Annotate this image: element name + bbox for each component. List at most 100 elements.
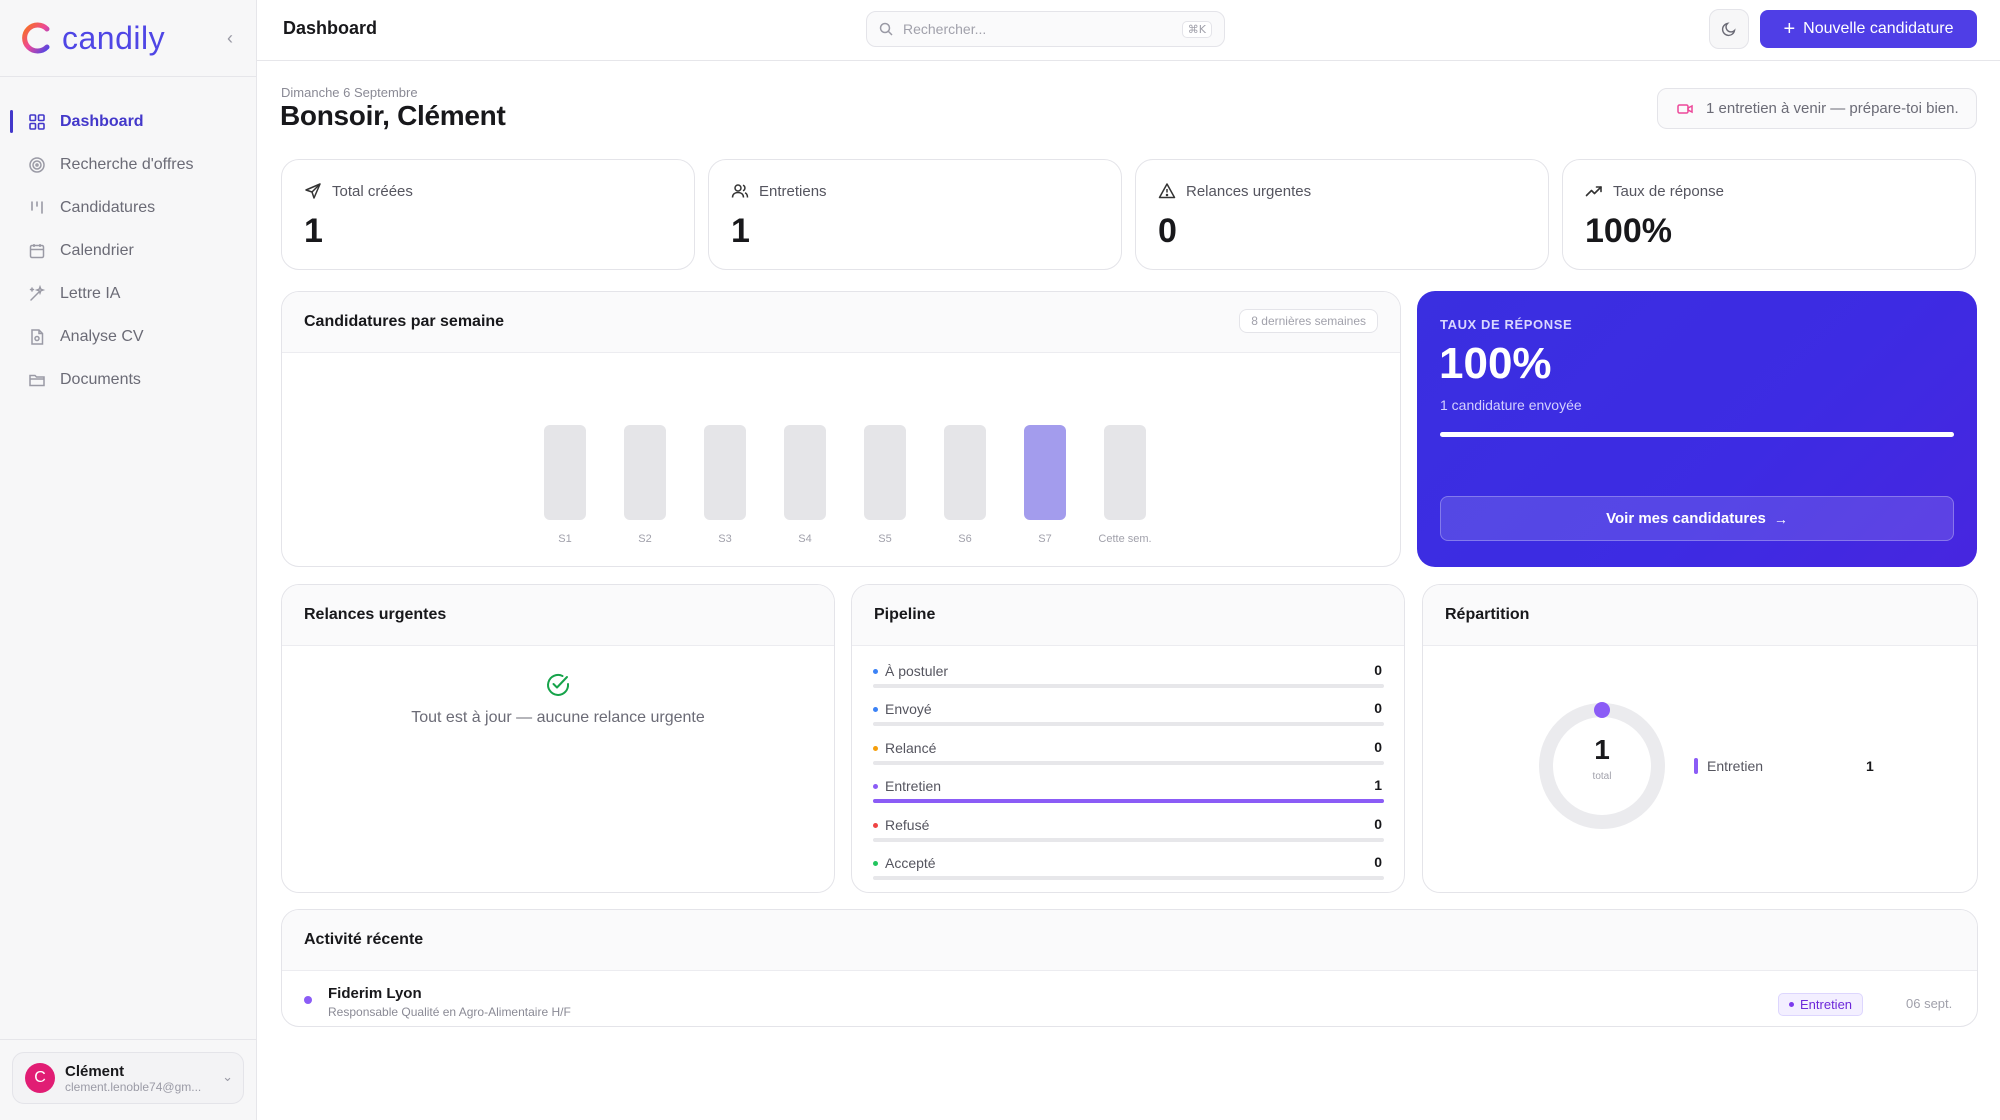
sidebar-item-label: Lettre IA xyxy=(60,284,121,302)
status-dot xyxy=(873,707,878,712)
stat-label-text: Relances urgentes xyxy=(1186,182,1312,200)
pipeline-row-entretien: Entretien 1 xyxy=(873,770,1384,808)
status-dot xyxy=(873,823,878,828)
chart-bar-5 xyxy=(864,425,906,520)
calendar-icon xyxy=(28,242,46,260)
weekly-chart-panel: Candidatures par semaine 8 dernières sem… xyxy=(281,291,1401,567)
stat-label: Relances urgentes xyxy=(1158,182,1311,200)
distribution-panel: Répartition 1 total Entretien 1 xyxy=(1422,584,1978,893)
pipeline-stage-name: Accepté xyxy=(885,855,936,871)
sparkles-icon xyxy=(28,284,46,303)
kanban-icon xyxy=(28,199,46,217)
urgent-followups-panel: Relances urgentes Tout est à jour — aucu… xyxy=(281,584,835,893)
pipeline-row-envoye: Envoyé 0 xyxy=(873,693,1384,731)
panel-title: Relances urgentes xyxy=(304,606,447,623)
status-dot xyxy=(873,746,878,751)
sidebar-item-analyse-cv[interactable]: Analyse CV xyxy=(0,315,256,358)
send-icon xyxy=(305,183,321,199)
stat-value: 1 xyxy=(731,212,750,250)
pipeline-stage-name: Relancé xyxy=(885,740,937,756)
legend-name: Entretien xyxy=(1707,758,1764,774)
user-email: clement.lenoble74@gm... xyxy=(65,1079,202,1094)
stat-card-taux: Taux de réponse 100% xyxy=(1562,159,1976,270)
sidebar-item-documents[interactable]: Documents xyxy=(0,358,256,401)
activity-date: 06 sept. xyxy=(1906,996,1953,1011)
user-menu[interactable]: C Clément clement.lenoble74@gm... ⌄ xyxy=(12,1052,244,1104)
stat-card-entretiens: Entretiens 1 xyxy=(708,159,1122,270)
search-input[interactable] xyxy=(903,21,1163,37)
pipeline-panel: Pipeline À postuler 0 Envoyé 0 Relancé 0… xyxy=(851,584,1405,893)
search-box[interactable]: ⌘K xyxy=(866,11,1225,47)
theme-toggle-button[interactable] xyxy=(1709,9,1749,49)
panel-header: Relances urgentes xyxy=(282,585,834,646)
panel-title: Répartition xyxy=(1445,606,1530,623)
chart-tick-label: S4 xyxy=(798,533,812,545)
sidebar-item-candidatures[interactable]: Candidatures xyxy=(0,186,256,229)
sidebar-item-lettre-ia[interactable]: Lettre IA xyxy=(0,272,256,315)
folder-icon xyxy=(28,371,46,389)
rate-subtitle: 1 candidature envoyée xyxy=(1440,397,1582,413)
file-icon xyxy=(28,328,46,346)
stat-label-text: Entretiens xyxy=(759,182,827,200)
sidebar-item-recherche[interactable]: Recherche d'offres xyxy=(0,143,256,186)
check-circle-icon xyxy=(547,673,570,696)
activity-role: Responsable Qualité en Agro-Alimentaire … xyxy=(328,1005,571,1019)
stat-label: Total créées xyxy=(304,182,413,200)
pipeline-stage-count: 0 xyxy=(1374,662,1382,678)
user-name: Clément xyxy=(65,1062,125,1080)
chart-bar-1 xyxy=(544,425,586,520)
pipeline-stage-name: Envoyé xyxy=(885,701,932,717)
sidebar-item-label: Calendrier xyxy=(60,241,134,259)
pipeline-stage-count: 0 xyxy=(1374,700,1382,716)
pipeline-track xyxy=(873,684,1384,688)
notice-text: 1 entretien à venir — prépare-toi bien. xyxy=(1706,100,1959,117)
view-applications-label: Voir mes candidatures xyxy=(1606,510,1766,527)
sidebar-item-label: Documents xyxy=(60,370,141,388)
search-icon xyxy=(879,22,893,36)
donut-chart xyxy=(1539,702,1665,829)
status-dot xyxy=(304,996,312,1004)
greeting-title: Bonsoir, Clément xyxy=(280,100,506,131)
new-application-button[interactable]: + Nouvelle candidature xyxy=(1760,10,1977,48)
badge-dot xyxy=(1789,1002,1794,1007)
donut-total: 1 xyxy=(1594,734,1610,765)
chevron-down-icon: ⌄ xyxy=(222,1069,233,1084)
candily-logo-icon xyxy=(22,22,50,54)
pipeline-stage-name: À postuler xyxy=(885,663,949,679)
sidebar-item-dashboard[interactable]: Dashboard xyxy=(0,100,256,143)
status-badge-label: Entretien xyxy=(1800,997,1853,1012)
panel-header: Candidatures par semaine 8 dernières sem… xyxy=(282,292,1400,353)
pipeline-stage-count: 1 xyxy=(1374,777,1382,793)
donut-track xyxy=(1539,703,1665,829)
view-applications-button[interactable]: Voir mes candidatures → xyxy=(1440,496,1954,541)
stat-value: 0 xyxy=(1158,212,1177,250)
panel-title: Activité récente xyxy=(304,931,424,948)
rate-label: TAUX DE RÉPONSE xyxy=(1440,317,1573,332)
collapse-sidebar-button[interactable]: ‹ xyxy=(220,26,240,50)
pipeline-stage-name: Refusé xyxy=(885,817,930,833)
pipeline-track xyxy=(873,799,1384,803)
rate-progress-fill xyxy=(1440,432,1954,437)
donut-total-label: total xyxy=(1592,771,1612,782)
status-badge: Entretien xyxy=(1778,993,1864,1016)
pipeline-row-a-postuler: À postuler 0 xyxy=(873,655,1384,693)
chart-tick-label: S6 xyxy=(958,533,972,545)
sidebar-item-label: Analyse CV xyxy=(60,327,144,345)
stat-value: 1 xyxy=(304,212,323,250)
panel-header: Pipeline xyxy=(852,585,1404,646)
chart-bar-7 xyxy=(1024,425,1066,520)
pipeline-track xyxy=(873,722,1384,726)
activity-row[interactable]: Fiderim Lyon Responsable Qualité en Agro… xyxy=(282,971,1977,1026)
panel-header: Répartition xyxy=(1423,585,1977,646)
current-date: Dimanche 6 Septembre xyxy=(281,85,418,100)
status-dot xyxy=(873,861,878,866)
stat-card-relances: Relances urgentes 0 xyxy=(1135,159,1549,270)
sidebar-item-calendrier[interactable]: Calendrier xyxy=(0,229,256,272)
pipeline-stage-count: 0 xyxy=(1374,854,1382,870)
sidebar-item-label: Candidatures xyxy=(60,198,156,216)
stat-label-text: Taux de réponse xyxy=(1613,182,1724,200)
range-badge: 8 dernières semaines xyxy=(1239,309,1378,333)
stat-value: 100% xyxy=(1585,212,1672,250)
trending-up-icon xyxy=(1585,186,1602,197)
pipeline-fill xyxy=(873,799,1384,803)
